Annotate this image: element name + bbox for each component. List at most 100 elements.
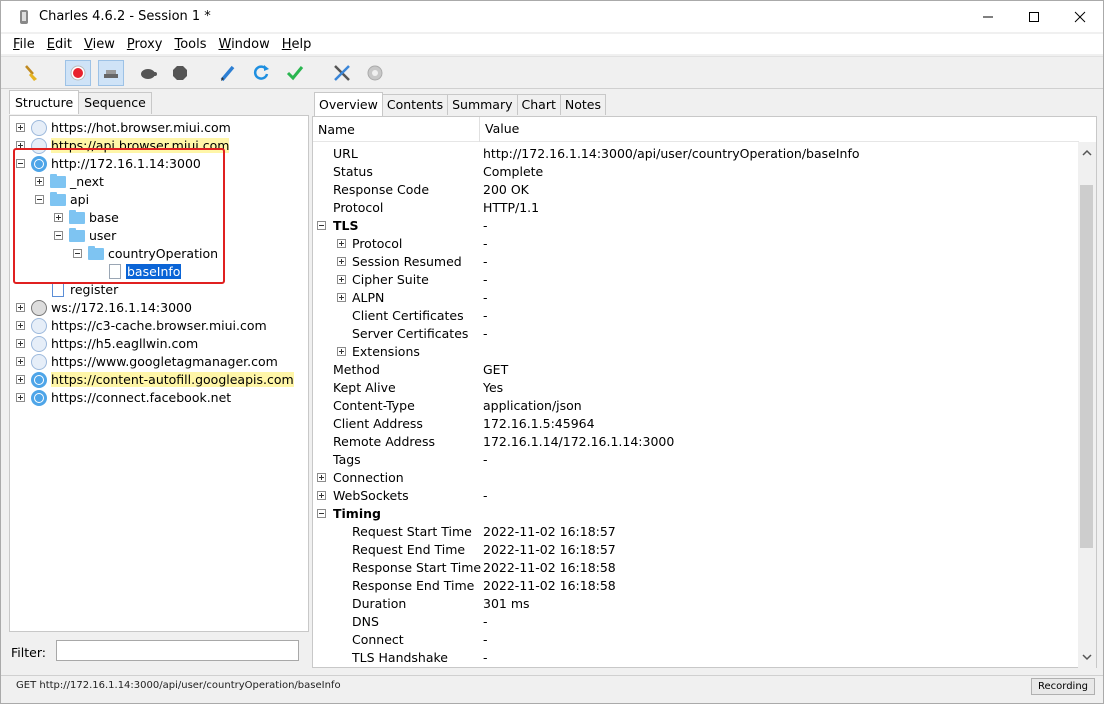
table-row[interactable]: Server Certificates - xyxy=(313,325,1079,343)
close-button[interactable] xyxy=(1057,1,1103,32)
expand-icon[interactable] xyxy=(16,303,25,312)
expand-icon[interactable] xyxy=(337,293,346,302)
collapse-icon[interactable] xyxy=(317,221,326,230)
menu-tools[interactable]: Tools xyxy=(172,37,208,52)
breakpoints-button[interactable] xyxy=(135,60,161,86)
tab-chart[interactable]: Chart xyxy=(516,94,561,115)
menu-window[interactable]: Window xyxy=(216,37,271,52)
tab-summary[interactable]: Summary xyxy=(447,94,518,115)
column-header-value[interactable]: Value xyxy=(485,121,519,136)
column-divider[interactable] xyxy=(479,117,480,142)
menu-view[interactable]: View xyxy=(82,37,117,52)
table-row[interactable]: Session Resumed - xyxy=(313,253,1079,271)
scroll-down-icon[interactable] xyxy=(1082,652,1092,662)
recording-badge[interactable]: Recording xyxy=(1030,678,1095,695)
table-row[interactable]: Client Address 172.16.1.5:45964 xyxy=(313,415,1079,433)
request-file-icon xyxy=(52,282,64,297)
expand-icon[interactable] xyxy=(317,473,326,482)
tab-notes[interactable]: Notes xyxy=(559,94,606,115)
stop-button[interactable] xyxy=(167,60,193,86)
table-row[interactable]: Remote Address 172.16.1.14/172.16.1.14:30… xyxy=(313,433,1079,451)
settings-button[interactable] xyxy=(362,60,388,86)
expand-icon[interactable] xyxy=(337,239,346,248)
tools-button[interactable] xyxy=(329,60,355,86)
expand-icon[interactable] xyxy=(16,339,25,348)
table-row[interactable]: Request Start Time 2022-11-02 16:18:57 xyxy=(313,523,1079,541)
table-row[interactable]: ALPN - xyxy=(313,289,1079,307)
maximize-button[interactable] xyxy=(1011,1,1057,32)
vertical-scrollbar[interactable] xyxy=(1078,142,1096,668)
table-row[interactable]: WebSockets - xyxy=(313,487,1079,505)
table-row[interactable]: DNS - xyxy=(313,613,1079,631)
table-row[interactable]: Client Certificates - xyxy=(313,307,1079,325)
tab-structure[interactable]: Structure xyxy=(9,90,80,114)
detail-pane: Overview Contents Summary Chart Notes Na… xyxy=(312,92,1097,669)
table-row[interactable]: Kept Alive Yes xyxy=(313,379,1079,397)
scroll-up-icon[interactable] xyxy=(1082,148,1092,158)
minimize-button[interactable] xyxy=(965,1,1011,32)
clear-session-button[interactable] xyxy=(19,60,45,86)
table-row[interactable]: Request End Time 2022-11-02 16:18:57 xyxy=(313,541,1079,559)
tree-item-host[interactable]: https://www.googletagmanager.com xyxy=(10,353,308,371)
table-row-group-tls[interactable]: TLS - xyxy=(313,217,1079,235)
table-row[interactable]: Response Code 200 OK xyxy=(313,181,1079,199)
tree-item-host[interactable]: https://content-autofill.googleapis.com xyxy=(10,371,308,389)
tab-sequence[interactable]: Sequence xyxy=(78,92,152,114)
table-row[interactable]: Duration 301 ms xyxy=(313,595,1079,613)
expand-icon[interactable] xyxy=(16,375,25,384)
table-row[interactable]: Content-Type application/json xyxy=(313,397,1079,415)
tab-contents[interactable]: Contents xyxy=(381,94,449,115)
tree-item-host[interactable]: https://connect.facebook.net xyxy=(10,389,308,407)
table-row[interactable]: Status Complete xyxy=(313,163,1079,181)
window-title: Charles 4.6.2 - Session 1 * xyxy=(39,9,211,24)
expand-icon[interactable] xyxy=(337,257,346,266)
expand-icon[interactable] xyxy=(16,123,25,132)
scrollbar-thumb[interactable] xyxy=(1080,185,1093,548)
expand-icon[interactable] xyxy=(16,321,25,330)
throttle-button[interactable] xyxy=(98,60,124,86)
validate-button[interactable] xyxy=(282,60,308,86)
table-row[interactable]: Response Start Time 2022-11-02 16:18:58 xyxy=(313,559,1079,577)
menu-edit[interactable]: Edit xyxy=(45,37,74,52)
menu-file[interactable]: File xyxy=(11,37,37,52)
column-header-name[interactable]: Name xyxy=(318,122,355,137)
expand-icon[interactable] xyxy=(337,347,346,356)
table-row[interactable]: URL http://172.16.1.14:3000/api/user/coun… xyxy=(313,145,1079,163)
compose-button[interactable] xyxy=(215,60,241,86)
tree-item-host[interactable]: https://h5.eagllwin.com xyxy=(10,335,308,353)
menu-bar: File Edit View Proxy Tools Window Help xyxy=(1,34,1103,54)
expand-icon[interactable] xyxy=(16,393,25,402)
overview-table: Name Value URL http://172.16.1.14:3000/ap… xyxy=(312,116,1097,668)
expand-icon[interactable] xyxy=(16,357,25,366)
table-row[interactable]: Connection xyxy=(313,469,1079,487)
filter-input[interactable] xyxy=(56,640,299,661)
status-text: GET http://172.16.1.14:3000/api/user/cou… xyxy=(16,680,341,691)
menu-proxy[interactable]: Proxy xyxy=(125,37,165,52)
host-lightning-icon xyxy=(31,120,47,136)
minimize-icon xyxy=(983,16,993,17)
expand-icon[interactable] xyxy=(337,275,346,284)
table-row-group-timing[interactable]: Timing xyxy=(313,505,1079,523)
collapse-icon[interactable] xyxy=(317,509,326,518)
tab-overview[interactable]: Overview xyxy=(314,92,383,116)
websocket-icon xyxy=(31,300,47,316)
table-row[interactable]: Cipher Suite - xyxy=(313,271,1079,289)
turtle-icon xyxy=(141,69,157,79)
record-button[interactable] xyxy=(65,60,91,86)
tree-item-host[interactable]: https://hot.browser.miui.com xyxy=(10,119,308,137)
expand-icon[interactable] xyxy=(317,491,326,500)
tree-item-host[interactable]: https://c3-cache.browser.miui.com xyxy=(10,317,308,335)
table-row[interactable]: Extensions xyxy=(313,343,1079,361)
table-row[interactable]: TLS Handshake - xyxy=(313,649,1079,667)
table-header: Name Value xyxy=(313,117,1079,142)
table-row[interactable]: Method GET xyxy=(313,361,1079,379)
table-row[interactable]: Protocol - xyxy=(313,235,1079,253)
toolbar xyxy=(1,56,1103,89)
menu-help[interactable]: Help xyxy=(280,37,314,52)
table-row[interactable]: Protocol HTTP/1.1 xyxy=(313,199,1079,217)
table-row[interactable]: Response End Time 2022-11-02 16:18:58 xyxy=(313,577,1079,595)
table-row[interactable]: Tags - xyxy=(313,451,1079,469)
table-row[interactable]: Connect - xyxy=(313,631,1079,649)
repeat-button[interactable] xyxy=(248,60,274,86)
tree-item-host[interactable]: ws://172.16.1.14:3000 xyxy=(10,299,308,317)
